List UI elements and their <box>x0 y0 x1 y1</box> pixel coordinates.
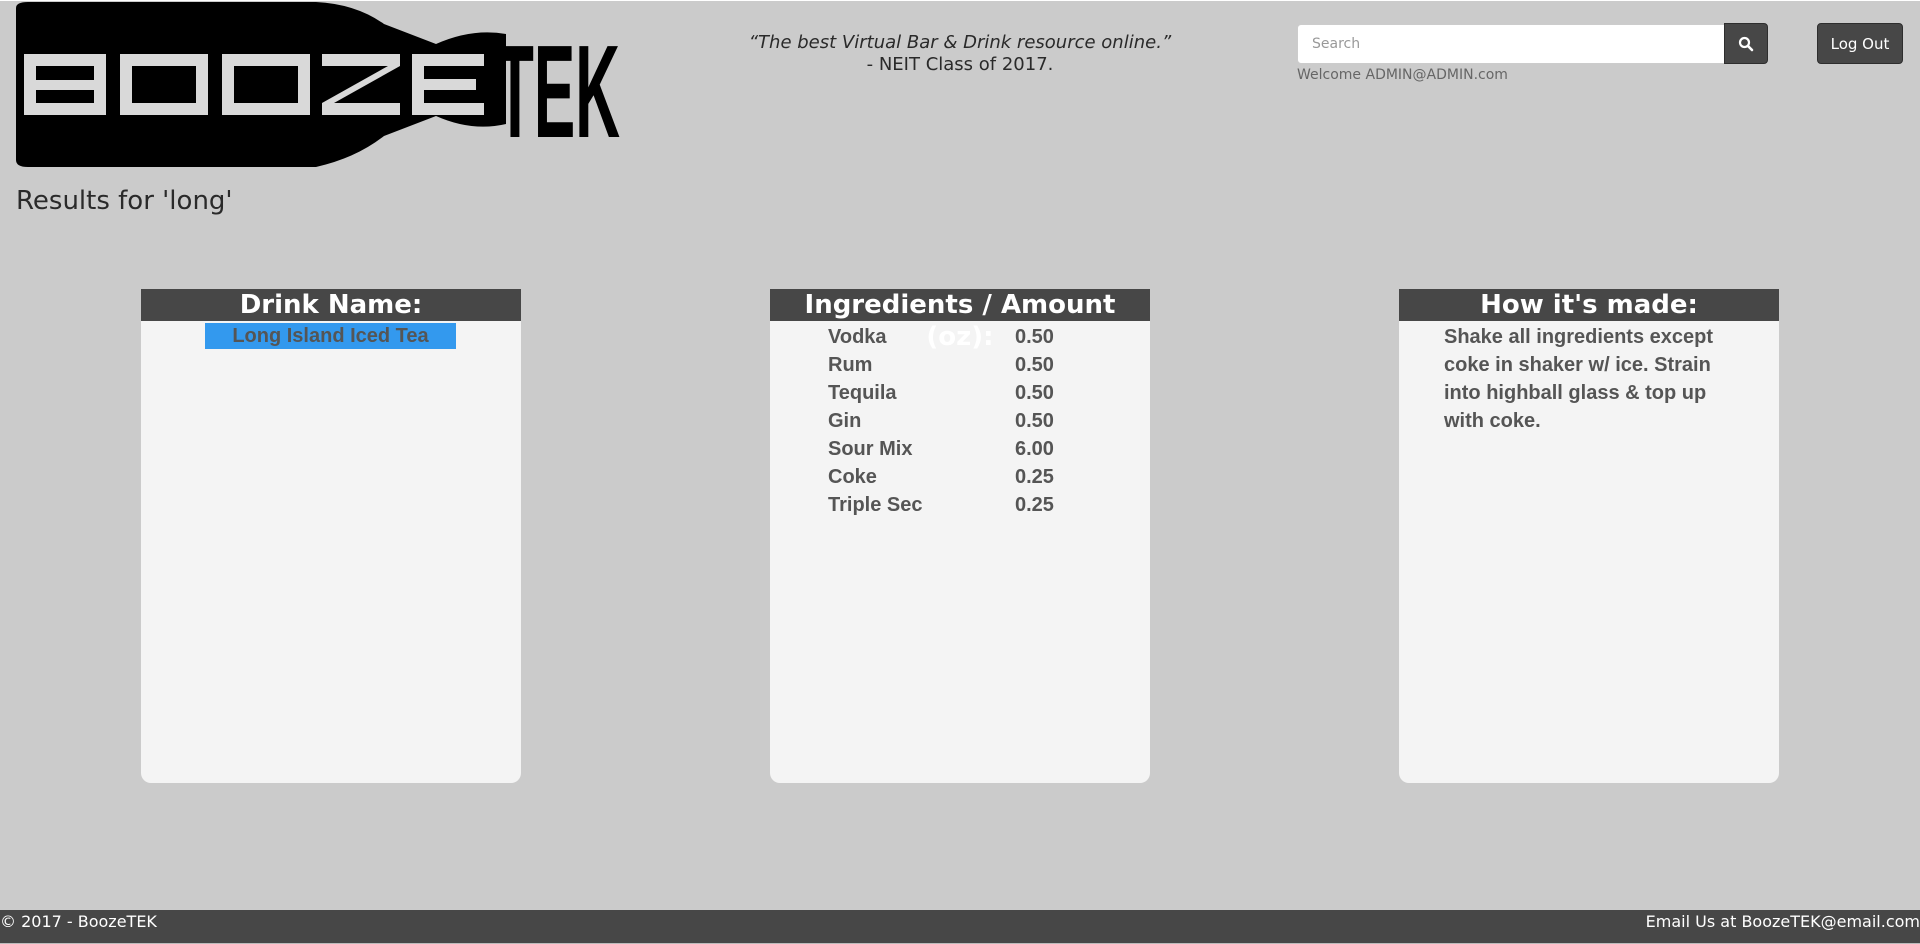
ingredient-amount: 0.50 <box>1015 326 1054 348</box>
tagline-author: - NEIT Class of 2017. <box>866 54 1054 75</box>
footer-email[interactable]: Email Us at BoozeTEK@email.com <box>1646 910 1920 934</box>
ingredient-row: Coke 0.25 <box>828 463 1150 491</box>
ingredient-row: Sour Mix 6.00 <box>828 435 1150 463</box>
logout-button[interactable]: Log Out <box>1817 23 1903 64</box>
ingredient-name: Triple Sec <box>828 494 923 516</box>
method-panel: How it's made: Shake all ingredients exc… <box>1399 289 1779 783</box>
ingredient-name: Gin <box>828 410 862 432</box>
ingredient-name: Rum <box>828 354 873 376</box>
tagline: “The best Virtual Bar & Drink resource o… <box>680 32 1240 76</box>
ingredient-amount: 0.25 <box>1015 466 1054 488</box>
welcome-text: Welcome ADMIN@ADMIN.com <box>1297 67 1508 83</box>
method-text: Shake all ingredients except coke in sha… <box>1444 326 1713 432</box>
logo-tek-text: TEK <box>496 18 620 165</box>
search-input[interactable] <box>1297 24 1725 64</box>
footer: © 2017 - BoozeTEK Email Us at BoozeTEK@e… <box>0 910 1920 944</box>
ingredient-row: Tequila 0.50 <box>828 379 1150 407</box>
top-border <box>0 0 1920 1</box>
search-button[interactable] <box>1724 23 1768 64</box>
ingredient-name: Tequila <box>828 382 897 404</box>
ingredients-panel: Ingredients / Amount (oz): Vodka 0.50 Rum… <box>770 289 1150 783</box>
ingredient-amount: 0.25 <box>1015 494 1054 516</box>
search-icon <box>1738 36 1754 51</box>
ingredient-amount: 0.50 <box>1015 410 1054 432</box>
results-title: Results for 'long' <box>16 186 233 216</box>
ingredient-amount: 0.50 <box>1015 382 1054 404</box>
tagline-quote: “The best Virtual Bar & Drink resource o… <box>748 32 1172 53</box>
ingredient-row: Triple Sec 0.25 <box>828 491 1150 519</box>
ingredient-name: Coke <box>828 466 877 488</box>
ingredient-row: Vodka 0.50 <box>828 323 1150 351</box>
footer-copyright: © 2017 - BoozeTEK <box>0 912 157 931</box>
ingredient-name: Sour Mix <box>828 438 913 460</box>
ingredient-row: Gin 0.50 <box>828 407 1150 435</box>
ingredient-amount: 0.50 <box>1015 354 1054 376</box>
boozetek-logo[interactable]: TEK <box>16 2 622 167</box>
method-header: How it's made: <box>1399 289 1779 321</box>
ingredients-header: Ingredients / Amount (oz): <box>770 289 1150 352</box>
ingredients-list: Vodka 0.50 Rum 0.50 Tequila 0.50 Gin 0.50 So… <box>828 323 1150 519</box>
ingredient-row: Rum 0.50 <box>828 351 1150 379</box>
drink-result-link[interactable]: Long Island Iced Tea <box>205 323 456 349</box>
ingredient-amount: 6.00 <box>1015 438 1054 460</box>
logo-graphic: TEK <box>16 2 620 167</box>
ingredient-name: Vodka <box>828 326 887 348</box>
drink-name-panel: Drink Name: Long Island Iced Tea <box>141 289 521 783</box>
drink-name-header: Drink Name: <box>141 289 521 321</box>
